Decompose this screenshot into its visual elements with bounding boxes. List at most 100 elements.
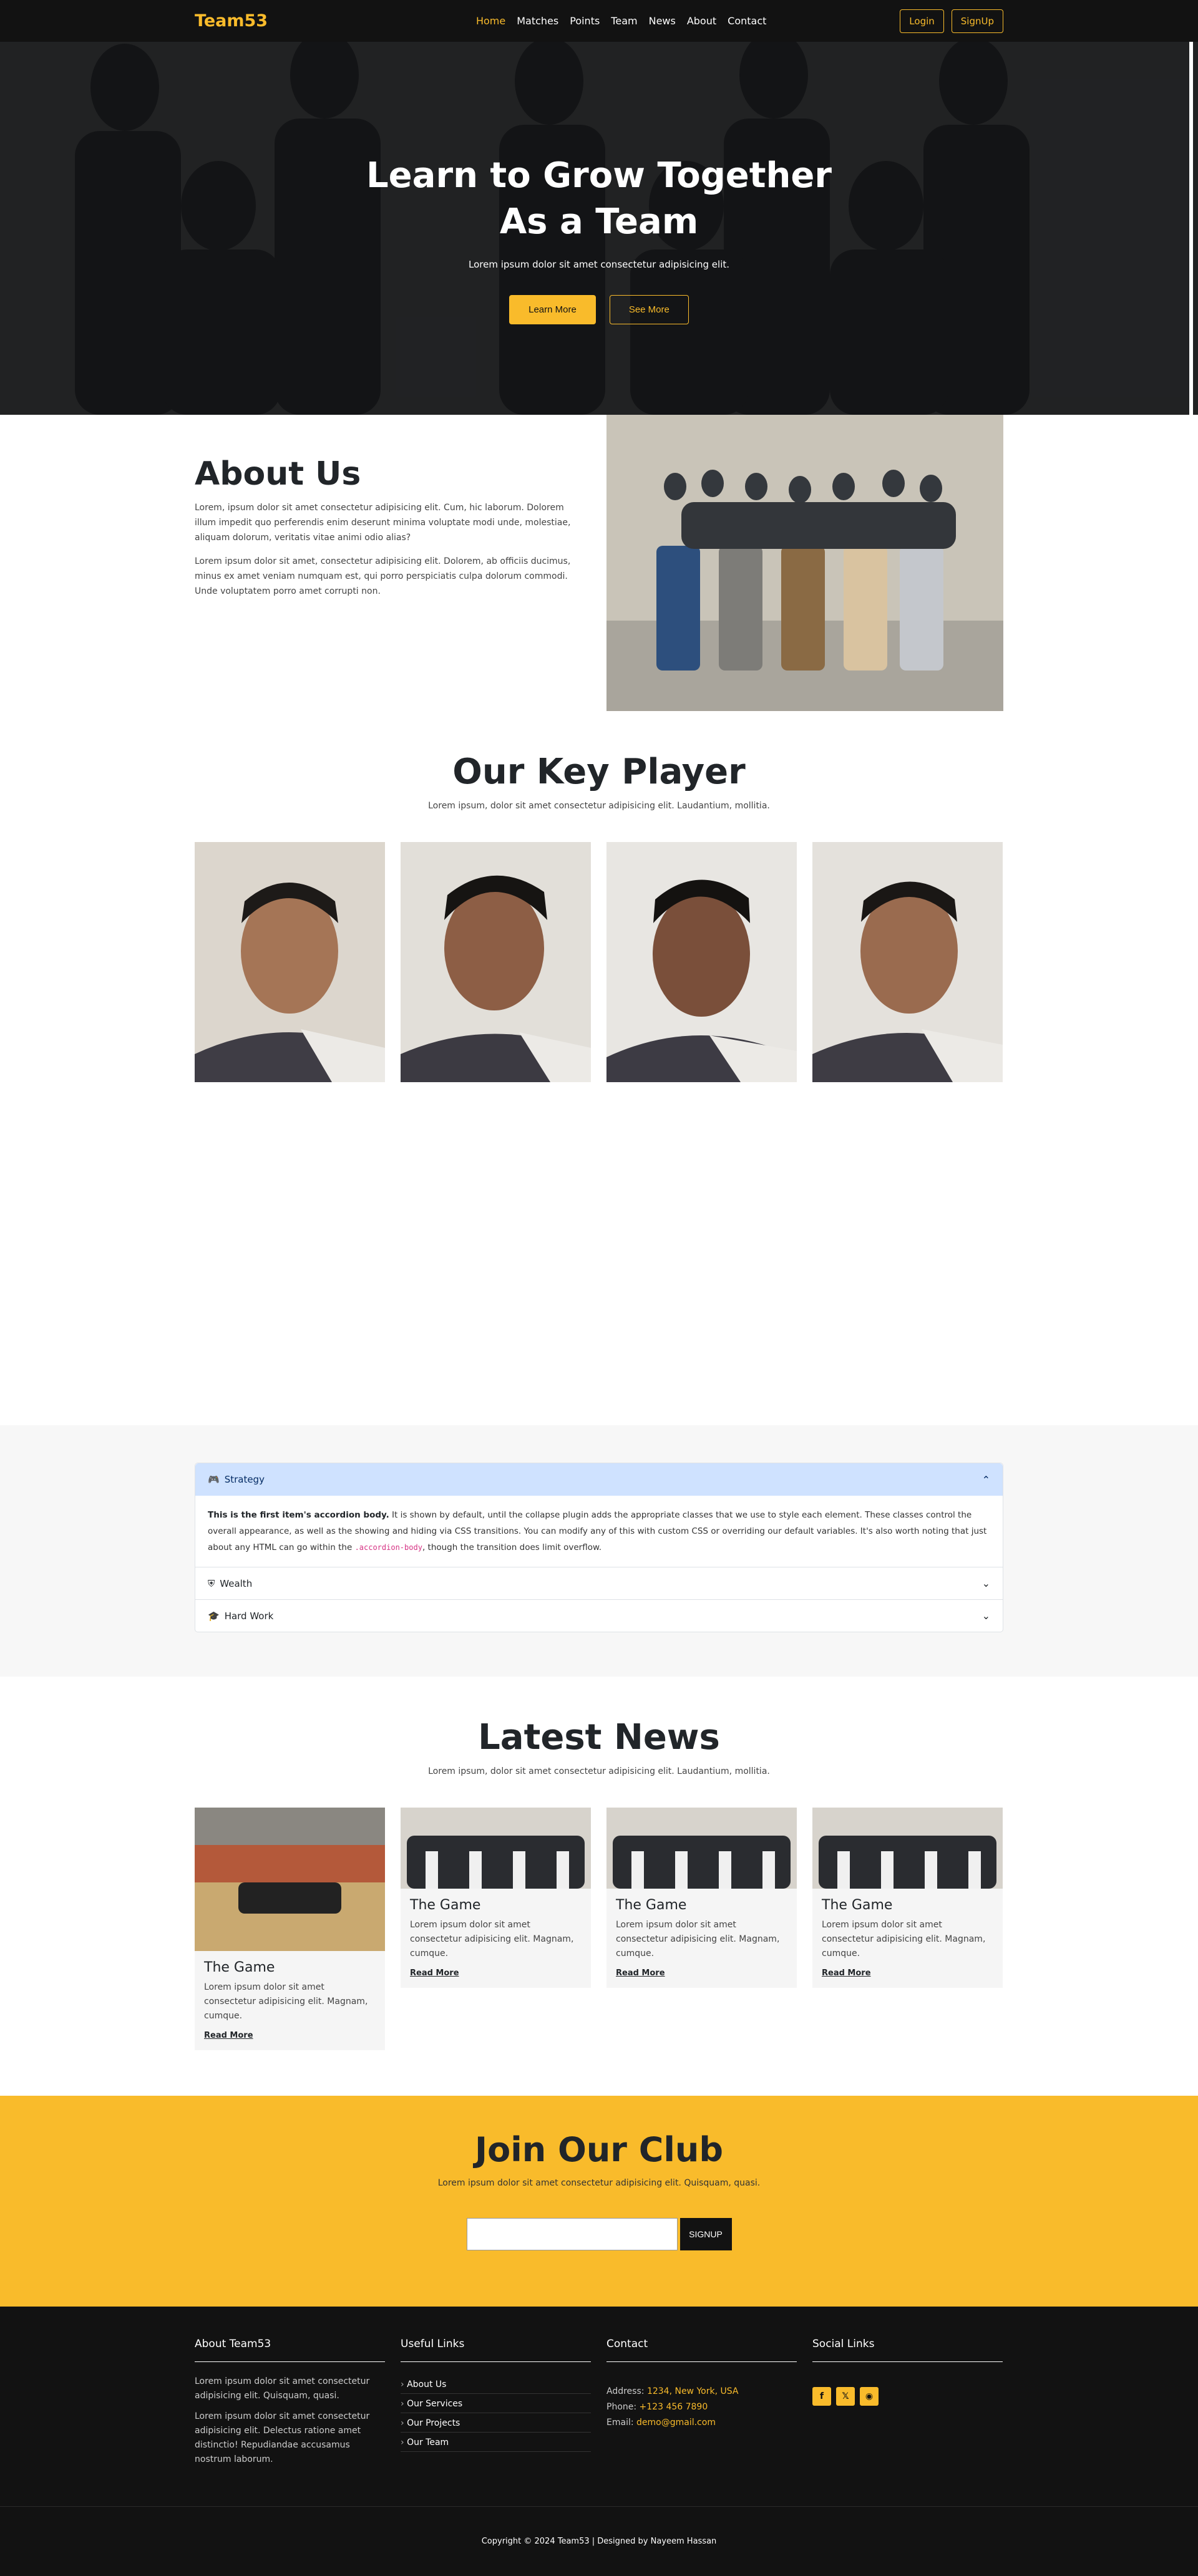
player-photo [401,842,591,1082]
accordion-label: Hard Work [224,1610,274,1622]
about-title: About Us [195,455,361,493]
nav-item-home[interactable]: Home [476,15,505,27]
footer-about: About Team53 Lorem ipsum dolor sit amet … [195,2338,385,2467]
latest-news-section: Latest News Lorem ipsum, dolor sit amet … [0,1677,1198,2096]
nav-item-contact[interactable]: Contact [728,15,766,27]
email-value[interactable]: demo@gmail.com [636,2418,716,2428]
learn-more-button[interactable]: Learn More [509,295,596,324]
footer-about-text-2: Lorem ipsum dolor sit amet consectetur a… [195,2411,370,2464]
footer-link-projects[interactable]: Our Projects [401,2413,591,2433]
x-icon[interactable]: 𝕏 [836,2387,855,2406]
auth-buttons: Login SignUp [900,9,1003,33]
join-form: SIGNUP [0,2218,1198,2250]
read-more-link[interactable]: Read More [204,2031,253,2040]
news-card: The Game Lorem ipsum dolor sit amet cons… [606,1808,797,1988]
accordion-header-strategy[interactable]: 🎮 Strategy ⌃ [195,1463,1003,1496]
nav-item-points[interactable]: Points [570,15,600,27]
nav-item-news[interactable]: News [649,15,676,27]
key-player-subtitle: Lorem ipsum, dolor sit amet consectetur … [428,801,770,811]
hero-content: Learn to Grow Together As a Team Lorem i… [0,153,1198,324]
login-button[interactable]: Login [900,9,944,33]
address-value: 1234, New York, USA [646,2386,739,2396]
accordion-label: Strategy [224,1474,265,1485]
read-more-link[interactable]: Read More [822,1968,871,1978]
copyright-text: Copyright © 2024 Team53 | Designed by Na… [481,2537,717,2546]
facebook-icon[interactable]: f [812,2387,831,2406]
accordion-section: 🎮 Strategy ⌃ This is the first item's ac… [0,1425,1198,1677]
nav-item-matches[interactable]: Matches [517,15,558,27]
news-title: Latest News [478,1717,720,1758]
about-paragraph-2: Lorem ipsum dolor sit amet, consectetur … [195,556,571,596]
nav-item-about[interactable]: About [687,15,716,27]
phone-label: Phone: [606,2402,637,2412]
chevron-down-icon: ⌄ [981,1610,990,1622]
news-card: The Game Lorem ipsum dolor sit amet cons… [812,1808,1003,1988]
email-label: Email: [606,2418,634,2428]
footer-about-text-1: Lorem ipsum dolor sit amet consectetur a… [195,2376,370,2401]
footer-contact-title: Contact [606,2338,797,2362]
accordion-header-wealth[interactable]: ⛨ Wealth ⌄ [195,1567,1003,1599]
news-card-image [401,1808,591,1889]
gamepad-icon: 🎮 [208,1474,220,1485]
graduation-cap-icon: 🎓 [208,1610,220,1622]
hero-subtitle: Lorem ipsum dolor sit amet consectetur a… [468,259,730,270]
news-card-image [812,1808,1003,1889]
hero-section: Learn to Grow Together As a Team Lorem i… [0,0,1198,415]
news-card-image [195,1808,385,1951]
footer-link-services[interactable]: Our Services [401,2394,591,2413]
address-label: Address: [606,2386,645,2396]
news-subtitle: Lorem ipsum, dolor sit amet consectetur … [428,1766,770,1776]
news-card-title: The Game [204,1960,275,1975]
accordion: 🎮 Strategy ⌃ This is the first item's ac… [195,1463,1003,1632]
news-card-image [606,1808,797,1889]
brand-logo[interactable]: Team53 [195,11,268,31]
instagram-icon[interactable]: ◉ [860,2387,879,2406]
player-photo [195,842,385,1082]
join-title: Join Our Club [475,2130,723,2169]
footer-social-title: Social Links [812,2338,1003,2362]
phone-value[interactable]: +123 456 7890 [640,2402,708,2412]
nav-menu: Home Matches Points Team News About Cont… [476,15,766,27]
player-row [195,842,1003,1082]
footer-link-about[interactable]: About Us [401,2375,591,2394]
footer-link-team[interactable]: Our Team [401,2433,591,2452]
see-more-button[interactable]: See More [609,295,689,324]
accordion-header-hard-work[interactable]: 🎓 Hard Work ⌄ [195,1599,1003,1632]
footer: About Team53 Lorem ipsum dolor sit amet … [0,2307,1198,2506]
about-team-photo [606,415,1003,711]
news-card-title: The Game [410,1897,481,1913]
copyright-bar: Copyright © 2024 Team53 | Designed by Na… [0,2506,1198,2576]
news-card: The Game Lorem ipsum dolor sit amet cons… [195,1808,385,2050]
shield-icon: ⛨ [208,1577,215,1589]
key-player-section: Our Key Player Lorem ipsum, dolor sit am… [0,711,1198,1425]
read-more-link[interactable]: Read More [616,1968,665,1978]
news-card-text: Lorem ipsum dolor sit amet consectetur a… [616,1920,780,1959]
hero-title: Learn to Grow Together As a Team [366,155,832,242]
news-card-title: The Game [616,1897,687,1913]
about-section: About Us Lorem, ipsum dolor sit amet con… [0,415,1198,711]
news-cards: The Game Lorem ipsum dolor sit amet cons… [195,1808,1003,2050]
nav-item-team[interactable]: Team [611,15,637,27]
news-card-title: The Game [822,1897,893,1913]
key-player-title: Our Key Player [452,752,746,792]
chevron-up-icon: ⌃ [981,1473,990,1486]
hero-buttons: Learn More See More [0,295,1198,324]
read-more-link[interactable]: Read More [410,1968,459,1978]
email-field[interactable] [466,2218,678,2250]
accordion-label: Wealth [220,1577,253,1589]
footer-links-title: Useful Links [401,2338,591,2362]
signup-button[interactable]: SignUp [951,9,1003,33]
about-text: About Us Lorem, ipsum dolor sit amet con… [195,415,598,711]
join-club-section: Join Our Club Lorem ipsum dolor sit amet… [0,2096,1198,2307]
news-card: The Game Lorem ipsum dolor sit amet cons… [401,1808,591,1988]
accordion-body: This is the first item's accordion body.… [195,1496,1003,1567]
about-paragraph-1: Lorem, ipsum dolor sit amet consectetur … [195,503,571,543]
player-photo [812,842,1003,1082]
news-card-text: Lorem ipsum dolor sit amet consectetur a… [410,1920,574,1959]
accordion-body-code: .accordion-body [354,1543,422,1552]
footer-contact: Contact Address: 1234, New York, USA Pho… [606,2338,797,2467]
news-card-text: Lorem ipsum dolor sit amet consectetur a… [204,1982,368,2021]
footer-links: Useful Links About Us Our Services Our P… [401,2338,591,2467]
chevron-down-icon: ⌄ [981,1577,990,1589]
join-signup-button[interactable]: SIGNUP [679,2218,732,2250]
